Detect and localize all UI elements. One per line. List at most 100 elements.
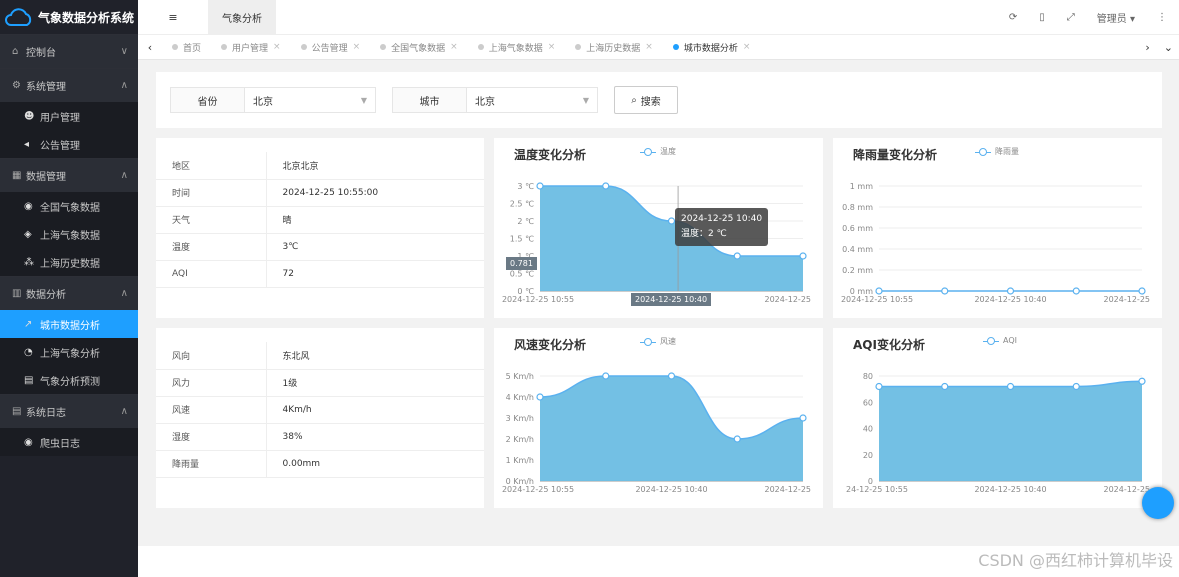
search-icon: ⌕ bbox=[631, 94, 637, 106]
data-point[interactable] bbox=[536, 393, 544, 401]
rainfall-chart: 降雨量变化分析 降雨量 0 mm 0.2 mm 0.4 mm 0.6 mm 0.8 mm 1 … bbox=[833, 138, 1162, 318]
page-tab-5[interactable]: 上海历史数据 × bbox=[565, 41, 663, 54]
sidebar-item-label: 全国气象数据 bbox=[40, 202, 100, 214]
info-key: 湿度 bbox=[156, 423, 267, 451]
sidebar-item-1-1[interactable]: ◂ 公告管理 bbox=[0, 130, 138, 158]
page-tab-6[interactable]: 城市数据分析 × bbox=[663, 41, 761, 54]
globe-icon: ◉ bbox=[24, 200, 33, 212]
line-chart-icon: ↗ bbox=[24, 318, 33, 330]
data-point[interactable] bbox=[602, 372, 610, 380]
more-icon[interactable]: ⋮ bbox=[1157, 12, 1167, 23]
data-point[interactable] bbox=[733, 252, 741, 260]
data-point[interactable] bbox=[799, 414, 807, 422]
data-point[interactable] bbox=[1138, 287, 1146, 295]
info-value: 38% bbox=[266, 423, 484, 451]
page-tab-3[interactable]: 全国气象数据 × bbox=[370, 41, 468, 54]
data-point[interactable] bbox=[875, 382, 883, 391]
series-area bbox=[540, 376, 803, 481]
data-point[interactable] bbox=[1138, 377, 1146, 385]
sidebar-item-3-1[interactable]: ◔ 上海气象分析 bbox=[0, 338, 138, 366]
close-icon[interactable]: × bbox=[450, 42, 458, 52]
y-tick-label: 1.5 ℃ bbox=[510, 235, 534, 244]
province-value: 北京 bbox=[253, 96, 273, 108]
y-tick-label: 0.8 mm bbox=[842, 203, 873, 212]
data-point[interactable] bbox=[602, 182, 610, 190]
close-icon[interactable]: × bbox=[743, 42, 751, 52]
refresh-icon[interactable]: ⟳ bbox=[1009, 12, 1017, 23]
city-label: 城市 bbox=[393, 88, 467, 112]
table-icon: ▦ bbox=[12, 170, 22, 181]
sidebar-item-3-2[interactable]: ▤ 气象分析预测 bbox=[0, 366, 138, 394]
sidebar-group-3[interactable]: ▥ 数据分析 ∧ bbox=[0, 276, 138, 310]
sidebar-group-label: 控制台 bbox=[26, 48, 56, 59]
data-point[interactable] bbox=[799, 252, 807, 260]
sidebar-item-2-1[interactable]: ◈ 上海气象数据 bbox=[0, 220, 138, 248]
admin-menu[interactable]: 管理员 ▾ bbox=[1097, 10, 1135, 25]
data-point[interactable] bbox=[1006, 287, 1015, 295]
tab-label: 首页 bbox=[183, 43, 202, 54]
sidebar-item-4-0[interactable]: ◉ 爬虫日志 bbox=[0, 428, 138, 456]
search-button[interactable]: ⌕ 搜索 bbox=[614, 86, 678, 114]
page-tab-2[interactable]: 公告管理 × bbox=[291, 41, 371, 54]
fullscreen-icon[interactable]: ⤢ bbox=[1067, 12, 1075, 23]
data-point[interactable] bbox=[667, 372, 676, 380]
data-point[interactable] bbox=[1006, 382, 1015, 391]
sidebar-item-2-0[interactable]: ◉ 全国气象数据 bbox=[0, 192, 138, 220]
sidebar-item-1-0[interactable]: ☻ 用户管理 bbox=[0, 102, 138, 130]
cubes-icon: ⁂ bbox=[24, 256, 34, 268]
data-point[interactable] bbox=[1072, 287, 1080, 295]
data-point[interactable] bbox=[667, 217, 676, 225]
close-icon[interactable]: × bbox=[645, 42, 653, 52]
app-title: 气象数据分析系统 bbox=[38, 10, 135, 25]
close-icon[interactable]: × bbox=[273, 42, 281, 52]
page-tab-0[interactable]: 首页 bbox=[162, 41, 211, 54]
close-icon[interactable]: × bbox=[353, 42, 361, 52]
x-tick-label: 2024-12-25 10:55 bbox=[502, 295, 574, 304]
temperature-chart: 温度变化分析温度0 ℃0.5 ℃1 ℃1.5 ℃2 ℃2.5 ℃3 ℃2024-… bbox=[494, 138, 823, 318]
menu-toggle-icon[interactable]: ≡ bbox=[138, 11, 208, 24]
cloud-icon bbox=[5, 8, 32, 26]
tab-dot-icon bbox=[575, 44, 582, 50]
data-point[interactable] bbox=[875, 287, 883, 295]
page-tab-1[interactable]: 用户管理 × bbox=[211, 41, 291, 54]
data-point[interactable] bbox=[536, 182, 544, 190]
data-point[interactable] bbox=[733, 435, 741, 443]
table-row: AQI 72 bbox=[156, 260, 484, 288]
tab-label: 上海气象数据 bbox=[488, 43, 543, 54]
info-value: 72 bbox=[266, 260, 484, 288]
x-tick-label: 2024-12-25 bbox=[1104, 485, 1151, 494]
data-point[interactable] bbox=[941, 287, 949, 295]
page-tab-4[interactable]: 上海气象数据 × bbox=[468, 41, 566, 54]
table-row: 风力 1级 bbox=[156, 369, 484, 397]
info-key: 风力 bbox=[156, 369, 267, 397]
users-icon: ☻ bbox=[24, 110, 35, 122]
table-row: 风速 4Km/h bbox=[156, 396, 484, 424]
info-value: 晴 bbox=[266, 206, 484, 234]
sidebar-group-2[interactable]: ▦ 数据管理 ∧ bbox=[0, 158, 138, 192]
info-key: 风向 bbox=[156, 342, 267, 370]
sidebar-item-label: 爬虫日志 bbox=[40, 438, 80, 450]
floating-action-button[interactable] bbox=[1142, 487, 1174, 519]
sidebar-group-4[interactable]: ▤ 系统日志 ∧ bbox=[0, 394, 138, 428]
sidebar-group-label: 系统管理 bbox=[26, 82, 66, 93]
trash-icon[interactable]: ▯ bbox=[1039, 12, 1045, 23]
sidebar-group-1[interactable]: ⚙ 系统管理 ∧ bbox=[0, 68, 138, 102]
tab-label: 上海历史数据 bbox=[586, 43, 641, 54]
sidebar-group-0[interactable]: ⌂ 控制台 ∨ bbox=[0, 34, 138, 68]
table-row: 风向 东北风 bbox=[156, 342, 484, 370]
app-logo[interactable]: 气象数据分析系统 bbox=[0, 0, 138, 34]
data-point[interactable] bbox=[1072, 382, 1080, 391]
province-select[interactable]: 北京 ▼ bbox=[245, 93, 375, 108]
sidebar-item-2-2[interactable]: ⁂ 上海历史数据 bbox=[0, 248, 138, 276]
close-icon[interactable]: × bbox=[548, 42, 556, 52]
wind-speed-chart: 风速变化分析 风速 0 Km/h 1 Km/h 2 Km/h 3 Km/h 4 Km/h 5 … bbox=[494, 328, 823, 508]
data-point[interactable] bbox=[941, 382, 949, 391]
tabs-left-icon[interactable]: ‹ bbox=[138, 41, 162, 54]
sidebar-item-3-0[interactable]: ↗ 城市数据分析 bbox=[0, 310, 138, 338]
chevron-down-icon[interactable]: ⌄ bbox=[1164, 41, 1173, 54]
x-tick-label: 2024-12-25 10:40 bbox=[974, 295, 1046, 304]
city-select[interactable]: 北京 ▼ bbox=[467, 93, 597, 108]
top-tab-weather-analysis[interactable]: 气象分析 bbox=[208, 0, 276, 35]
tab-dot-icon bbox=[672, 44, 679, 50]
tabs-right-icon[interactable]: › bbox=[1145, 41, 1149, 54]
